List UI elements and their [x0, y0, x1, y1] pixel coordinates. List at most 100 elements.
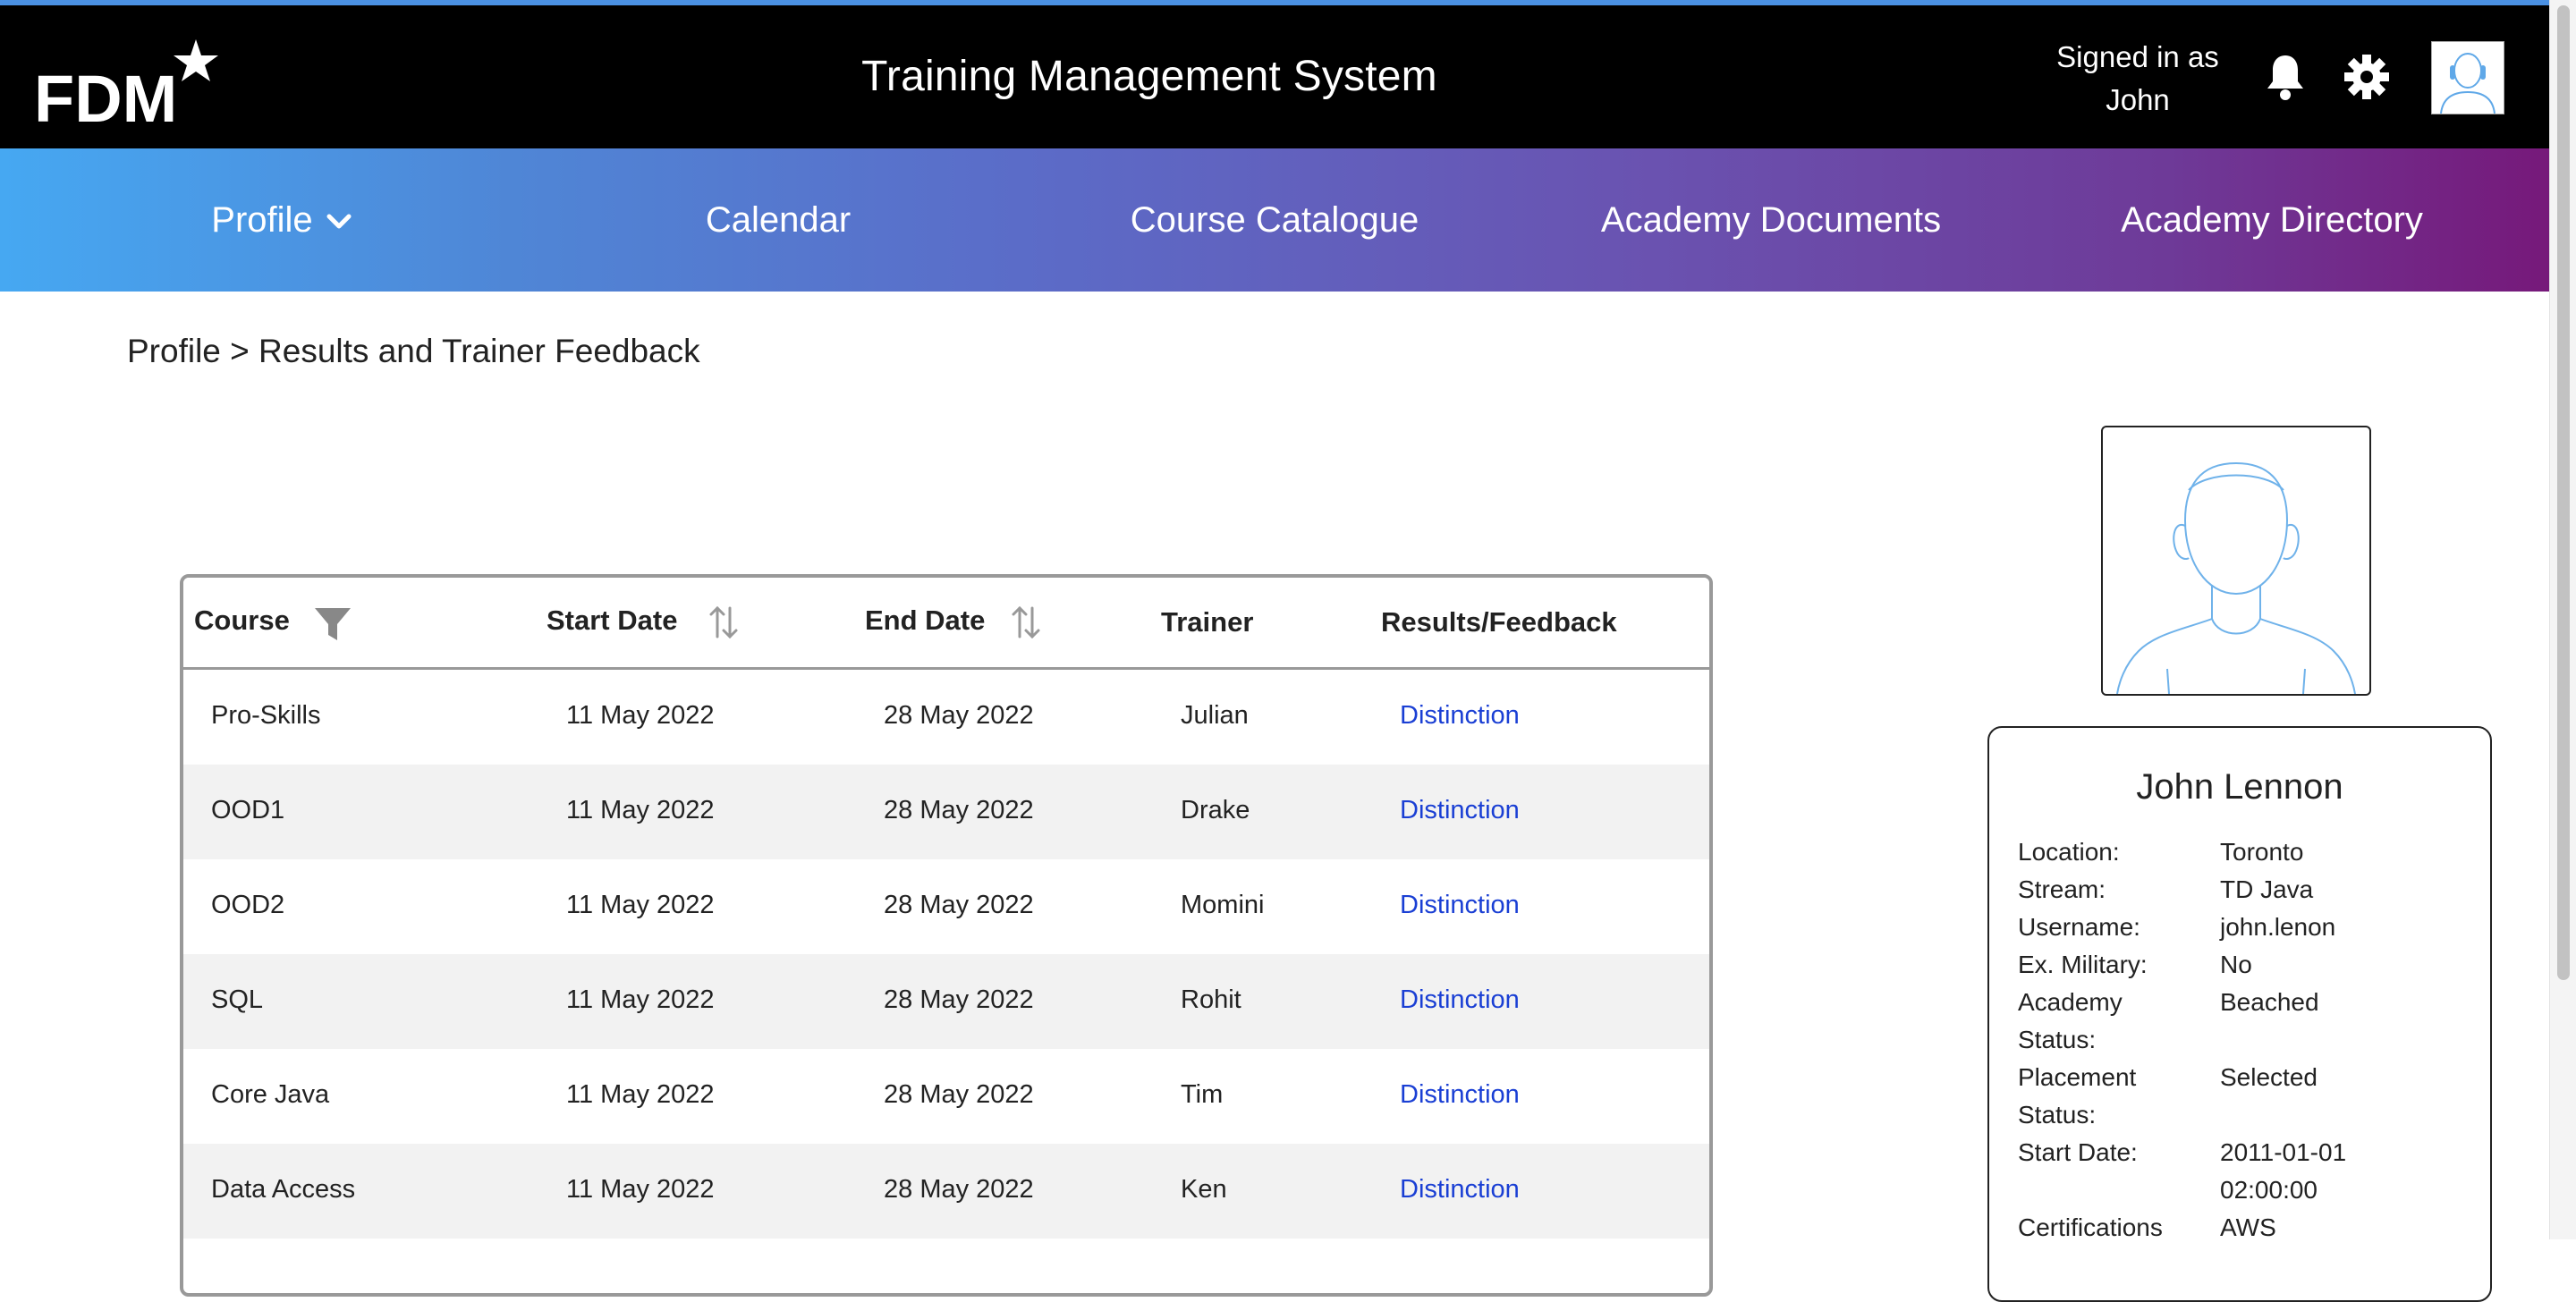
top-header: FDM Training Management System Signed in…	[0, 5, 2549, 148]
cell-end-date: 28 May 2022	[884, 985, 1034, 1014]
detail-row-stream: Stream: TD Java	[2018, 871, 2465, 909]
table-row: Data Access 11 May 2022 28 May 2022 Ken …	[183, 1144, 1709, 1239]
cell-trainer: Ken	[1181, 1175, 1227, 1204]
table-row: SQL 11 May 2022 28 May 2022 Rohit Distin…	[183, 954, 1709, 1049]
cell-end-date: 28 May 2022	[884, 1175, 1034, 1204]
bell-icon[interactable]	[2263, 52, 2308, 102]
cell-trainer: Tim	[1181, 1080, 1224, 1109]
breadcrumb: Profile > Results and Trainer Feedback	[127, 333, 700, 369]
signed-in-label: Signed in as	[2056, 40, 2219, 73]
result-link[interactable]: Distinction	[1400, 796, 1520, 825]
avatar-icon[interactable]	[2431, 41, 2504, 114]
cell-start-date: 11 May 2022	[566, 985, 715, 1014]
detail-row-academy-status: Academy Status: Beached	[2018, 984, 2465, 1059]
results-table: Course Start Date End Date Trainer Resul…	[180, 574, 1713, 1297]
certifications-value: AWS	[2220, 1213, 2276, 1241]
cell-end-date: 28 May 2022	[884, 891, 1034, 919]
main-nav: Profile Calendar Course Catalogue Academ…	[0, 148, 2549, 292]
result-link[interactable]: Distinction	[1400, 701, 1520, 731]
table-row: OOD2 11 May 2022 28 May 2022 Momini Dist…	[183, 859, 1709, 954]
table-row: OOD1 11 May 2022 28 May 2022 Drake Disti…	[183, 765, 1709, 859]
cell-start-date: 11 May 2022	[566, 796, 715, 824]
detail-row-username: Username: john.lenon	[2018, 909, 2465, 946]
cell-trainer: Drake	[1181, 796, 1250, 824]
location-value: Toronto	[2220, 838, 2304, 866]
cell-end-date: 28 May 2022	[884, 1080, 1034, 1109]
nav-profile[interactable]: Profile	[107, 148, 456, 292]
cell-start-date: 11 May 2022	[566, 701, 715, 730]
academy-status-value: Beached	[2220, 988, 2319, 1016]
result-link[interactable]: Distinction	[1400, 985, 1520, 1015]
cell-trainer: Julian	[1181, 701, 1249, 730]
profile-name: John Lennon	[2136, 767, 2343, 807]
profile-card: John Lennon Location: Toronto Stream: TD…	[1987, 726, 2492, 1302]
filter-icon[interactable]	[313, 604, 352, 644]
start-date-value-line1: 2011-01-01	[2220, 1138, 2347, 1166]
military-label: Ex. Military:	[2018, 951, 2148, 978]
placement-status-label-line2: Status:	[2018, 1101, 2097, 1129]
location-label: Location:	[2018, 838, 2120, 866]
stream-label: Stream:	[2018, 875, 2106, 903]
cell-trainer: Rohit	[1181, 985, 1241, 1014]
detail-row-start-date: Start Date: 2011-01-01 02:00:00	[2018, 1134, 2465, 1209]
start-date-value: 2011-01-01 02:00:00	[2220, 1134, 2465, 1209]
profile-details: Location: Toronto Stream: TD Java Userna…	[2018, 833, 2465, 1247]
start-date-value-line2: 02:00:00	[2220, 1176, 2318, 1204]
stream-value: TD Java	[2220, 875, 2314, 903]
column-header-trainer: Trainer	[1161, 606, 1254, 638]
column-header-start-date[interactable]: Start Date	[547, 604, 677, 637]
cell-start-date: 11 May 2022	[566, 1175, 715, 1204]
scrollbar-thumb[interactable]	[2557, 5, 2570, 980]
nav-calendar[interactable]: Calendar	[590, 148, 966, 292]
column-header-end-date[interactable]: End Date	[865, 604, 985, 637]
nav-academy-directory[interactable]: Academy Directory	[2066, 148, 2478, 292]
chevron-down-icon	[326, 214, 352, 229]
detail-row-placement-status: Placement Status: Selected	[2018, 1059, 2465, 1134]
military-value: No	[2220, 951, 2252, 978]
result-link[interactable]: Distinction	[1400, 1175, 1520, 1205]
academy-status-label: Academy Status:	[2018, 984, 2220, 1059]
nav-academy-documents[interactable]: Academy Documents	[1556, 148, 1986, 292]
cell-course: SQL	[211, 985, 264, 1014]
detail-row-military: Ex. Military: No	[2018, 946, 2465, 984]
sort-end-date-icon[interactable]	[1010, 604, 1042, 640]
cell-course: OOD1	[211, 796, 285, 824]
app-title: Training Management System	[861, 53, 1437, 100]
cell-start-date: 11 May 2022	[566, 1080, 715, 1109]
cell-end-date: 28 May 2022	[884, 796, 1034, 824]
cell-start-date: 11 May 2022	[566, 891, 715, 919]
cell-course: Pro-Skills	[211, 701, 321, 730]
column-header-results-feedback: Results/Feedback	[1381, 606, 1617, 638]
column-header-course[interactable]: Course	[194, 604, 290, 637]
placement-status-value: Selected	[2220, 1063, 2318, 1091]
user-silhouette-icon	[2116, 461, 2356, 694]
table-row: Pro-Skills 11 May 2022 28 May 2022 Julia…	[183, 670, 1709, 765]
table-row: Core Java 11 May 2022 28 May 2022 Tim Di…	[183, 1049, 1709, 1144]
result-link[interactable]: Distinction	[1400, 1080, 1520, 1110]
signed-in-indicator: Signed in as John	[2021, 36, 2254, 122]
profile-photo	[2101, 426, 2371, 696]
gear-icon[interactable]	[2343, 54, 2390, 100]
nav-profile-label: Profile	[211, 200, 313, 240]
detail-row-certifications: Certifications AWS	[2018, 1209, 2465, 1247]
username-label: Username:	[2018, 913, 2140, 941]
nav-course-catalogue[interactable]: Course Catalogue	[1064, 148, 1485, 292]
page-scrollbar[interactable]	[2549, 0, 2576, 1239]
start-date-label: Start Date:	[2018, 1138, 2138, 1166]
cell-course: OOD2	[211, 891, 285, 919]
cell-end-date: 28 May 2022	[884, 701, 1034, 730]
sort-start-date-icon[interactable]	[708, 604, 740, 640]
cell-trainer: Momini	[1181, 891, 1265, 919]
placement-status-label-line1: Placement	[2018, 1063, 2137, 1091]
cell-course: Core Java	[211, 1080, 330, 1109]
placement-status-label: Placement Status:	[2018, 1059, 2220, 1134]
detail-row-location: Location: Toronto	[2018, 833, 2465, 871]
username-value: john.lenon	[2220, 913, 2336, 941]
academy-status-label-line1: Academy	[2018, 988, 2123, 1016]
result-link[interactable]: Distinction	[1400, 891, 1520, 920]
signed-in-user: John	[2106, 83, 2170, 116]
academy-status-label-line2: Status:	[2018, 1026, 2097, 1053]
cell-course: Data Access	[211, 1175, 356, 1204]
certifications-label: Certifications	[2018, 1213, 2163, 1241]
table-header: Course Start Date End Date Trainer Resul…	[183, 578, 1709, 670]
